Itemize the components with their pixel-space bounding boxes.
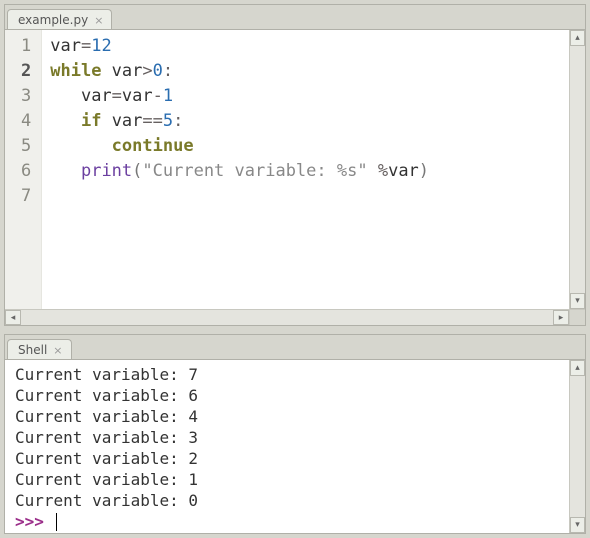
shell-tab-label: Shell — [18, 343, 47, 357]
shell-prompt-line[interactable]: >>> — [15, 511, 559, 532]
scroll-left-icon[interactable]: ◂ — [5, 310, 21, 325]
scroll-down-icon[interactable]: ▾ — [570, 517, 585, 533]
code-area[interactable]: 1234567 var=12while var>0: var=var-1 if … — [5, 30, 569, 309]
shell-panel: Shell × Current variable: 7Current varia… — [4, 334, 586, 534]
shell-line: Current variable: 7 — [15, 364, 559, 385]
shell-content: Current variable: 7Current variable: 6Cu… — [5, 359, 585, 533]
code-line[interactable]: var=var-1 — [50, 84, 561, 109]
line-number: 1 — [21, 34, 31, 59]
close-icon[interactable]: × — [94, 15, 103, 26]
code-line[interactable]: continue — [50, 134, 561, 159]
close-icon[interactable]: × — [53, 345, 62, 356]
editor-tabbar: example.py × — [5, 5, 585, 29]
editor-tab-label: example.py — [18, 13, 88, 27]
scroll-right-icon[interactable]: ▸ — [553, 310, 569, 325]
code-text[interactable]: var=12while var>0: var=var-1 if var==5: … — [42, 30, 569, 309]
line-number: 3 — [21, 84, 31, 109]
line-number: 2 — [21, 59, 31, 84]
line-number: 6 — [21, 159, 31, 184]
shell-tab[interactable]: Shell × — [7, 339, 72, 360]
scroll-up-icon[interactable]: ▴ — [570, 360, 585, 376]
scroll-up-icon[interactable]: ▴ — [570, 30, 585, 46]
editor-content: 1234567 var=12while var>0: var=var-1 if … — [5, 29, 585, 325]
prompt-text: >>> — [15, 512, 54, 531]
shell-line: Current variable: 6 — [15, 385, 559, 406]
editor-scrollbar-vertical[interactable]: ▴ ▾ — [569, 30, 585, 309]
code-line[interactable]: while var>0: — [50, 59, 561, 84]
line-number: 7 — [21, 184, 31, 209]
code-line[interactable]: if var==5: — [50, 109, 561, 134]
editor-panel: example.py × 1234567 var=12while var>0: … — [4, 4, 586, 326]
shell-tabbar: Shell × — [5, 335, 585, 359]
editor-scrollbar-horizontal[interactable]: ◂ ▸ — [5, 309, 569, 325]
shell-line: Current variable: 0 — [15, 490, 559, 511]
shell-line: Current variable: 2 — [15, 448, 559, 469]
code-line[interactable]: print("Current variable: %s" %var) — [50, 159, 561, 184]
shell-output[interactable]: Current variable: 7Current variable: 6Cu… — [5, 360, 569, 533]
shell-line: Current variable: 4 — [15, 406, 559, 427]
shell-line: Current variable: 1 — [15, 469, 559, 490]
scroll-corner — [569, 309, 585, 325]
editor-tab-example[interactable]: example.py × — [7, 9, 112, 30]
scroll-down-icon[interactable]: ▾ — [570, 293, 585, 309]
line-number: 5 — [21, 134, 31, 159]
shell-line: Current variable: 3 — [15, 427, 559, 448]
code-line[interactable]: var=12 — [50, 34, 561, 59]
line-number-gutter: 1234567 — [5, 30, 42, 309]
line-number: 4 — [21, 109, 31, 134]
cursor-icon — [56, 513, 57, 531]
shell-scrollbar-vertical[interactable]: ▴ ▾ — [569, 360, 585, 533]
